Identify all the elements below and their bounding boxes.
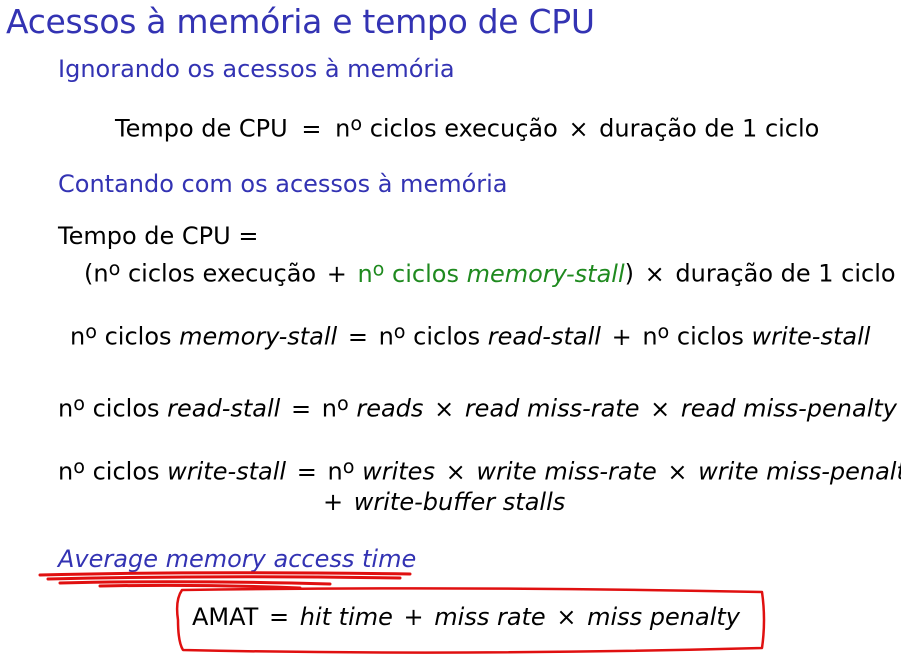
n-symbol: n	[58, 394, 74, 423]
slide-title: Acessos à memória e tempo de CPU	[6, 2, 595, 41]
memory-stall-term: no ciclos memory-stall	[349, 257, 625, 288]
formula-text: duração de 1 ciclo	[667, 259, 896, 288]
italic-term: write miss-rate	[476, 457, 657, 486]
times-sign: ×	[556, 603, 577, 631]
ordinal-o: o	[73, 455, 85, 478]
n-symbol: n	[642, 322, 658, 351]
italic-term: memory-stall	[179, 322, 338, 351]
times-sign: ×	[650, 394, 671, 423]
n-symbol: n	[58, 457, 74, 486]
italic-term: write miss-penalty	[698, 457, 901, 486]
formula-text: ciclos	[84, 457, 168, 486]
ordinal-o: o	[342, 455, 355, 478]
italic-term: memory-stall	[466, 259, 625, 288]
formula-text: ciclos	[84, 394, 168, 423]
ordinal-o: o	[393, 320, 406, 343]
ordinal-o: o	[657, 320, 670, 343]
n-symbol: n	[327, 457, 343, 486]
equals-sign: =	[268, 603, 290, 631]
write-stall-formula: no ciclos write-stall = no writes × writ…	[58, 455, 901, 486]
equals-sign: =	[301, 114, 322, 143]
section-heading-amat: Average memory access time	[58, 545, 417, 573]
italic-term: miss rate	[434, 603, 546, 631]
paren-close: )	[624, 259, 635, 288]
n-symbol: n	[321, 394, 337, 423]
formula-text: duração de 1 ciclo	[591, 114, 820, 143]
n-symbol: n	[93, 259, 109, 288]
plus-sign: +	[611, 322, 632, 351]
formula-text: ciclos	[405, 322, 488, 351]
formula-lhs: Tempo de CPU	[115, 114, 288, 143]
n-symbol: n	[70, 322, 86, 351]
paren-open: (	[84, 259, 94, 288]
ordinal-o: o	[85, 320, 97, 343]
times-sign: ×	[667, 457, 688, 486]
cpu-time-line1: Tempo de CPU =	[58, 222, 259, 250]
italic-term: miss penalty	[587, 603, 740, 631]
equals-sign: =	[290, 394, 312, 423]
n-symbol: n	[335, 114, 351, 143]
underline-scribble	[38, 571, 412, 590]
memory-stall-formula: no ciclos memory-stall = no ciclos read-…	[70, 320, 870, 351]
amat-formula: AMAT = hit time + miss rate × miss penal…	[192, 603, 740, 631]
plus-sign: +	[403, 603, 424, 631]
times-sign: ×	[434, 394, 455, 423]
cpu-time-formula-basic: Tempo de CPU = no ciclos execução × dura…	[115, 112, 819, 143]
formula-text: ciclos	[384, 259, 467, 288]
italic-term: writes	[354, 457, 435, 486]
section-heading-ignoring-memory: Ignorando os acessos à memória	[58, 55, 455, 83]
italic-term: hit time	[299, 603, 393, 631]
ordinal-o: o	[73, 392, 85, 415]
plus-sign: +	[323, 488, 344, 516]
formula-text: ciclos	[96, 322, 180, 351]
section-heading-with-memory: Contando com os acessos à memória	[58, 170, 508, 198]
italic-term: write-stall	[167, 457, 287, 486]
italic-term: read-stall	[167, 394, 281, 423]
ordinal-o: o	[350, 112, 363, 135]
read-stall-formula: no ciclos read-stall = no reads × read m…	[58, 392, 897, 423]
formula-text: ciclos	[669, 322, 752, 351]
italic-term: write-stall	[751, 322, 871, 351]
italic-term: read miss-rate	[464, 394, 640, 423]
ordinal-o: o	[372, 257, 385, 280]
formula-text: ciclos execução	[120, 259, 324, 288]
times-sign: ×	[568, 114, 589, 143]
n-symbol: n	[378, 322, 394, 351]
equals-sign: =	[296, 457, 317, 486]
n-symbol: n	[349, 259, 373, 288]
italic-term: write-buffer stalls	[353, 488, 566, 516]
italic-term: read miss-penalty	[680, 394, 897, 423]
ordinal-o: o	[108, 257, 121, 280]
times-sign: ×	[644, 259, 665, 288]
formula-text: ciclos execução	[362, 114, 566, 143]
write-buffer-stalls-line: + write-buffer stalls	[320, 488, 565, 516]
ordinal-o: o	[336, 392, 349, 415]
times-sign: ×	[445, 457, 466, 486]
cpu-time-line2: (no ciclos execução + no ciclos memory-s…	[84, 257, 896, 288]
equals-sign: =	[347, 322, 368, 351]
italic-term: reads	[348, 394, 424, 423]
amat-lhs: AMAT	[192, 603, 259, 631]
plus-sign: +	[326, 259, 347, 288]
italic-term: read-stall	[487, 322, 601, 351]
